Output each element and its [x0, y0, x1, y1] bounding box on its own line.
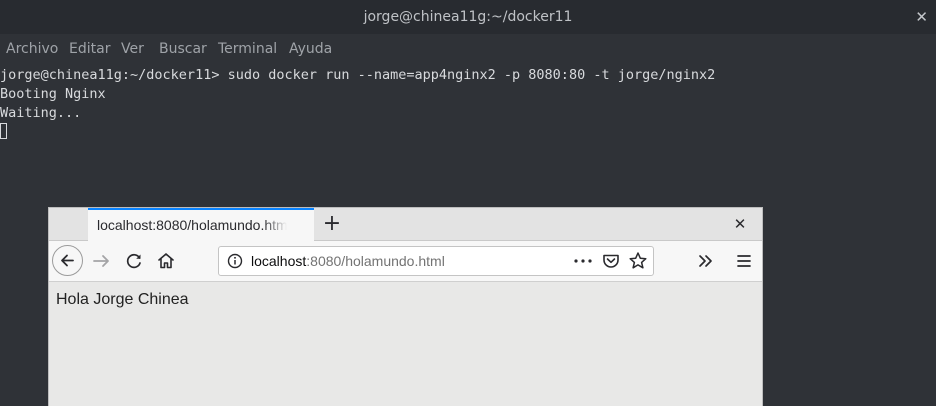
info-icon[interactable] — [227, 253, 243, 269]
new-tab-button[interactable]: + — [319, 211, 345, 237]
browser-close-icon[interactable]: ✕ — [728, 211, 752, 237]
home-icon — [158, 253, 174, 269]
browser-window: localhost:8080/holamundo.html + ✕ localh… — [48, 207, 763, 406]
menu-button[interactable] — [729, 246, 759, 276]
terminal-titlebar: jorge@chinea11g:~/docker11 ✕ — [0, 0, 936, 34]
reload-icon — [126, 253, 141, 269]
menu-ver[interactable]: Ver — [121, 34, 144, 64]
menu-ayuda[interactable]: Ayuda — [289, 34, 332, 64]
menu-archivo[interactable]: Archivo — [6, 34, 58, 64]
overflow-button[interactable] — [691, 246, 721, 276]
terminal-menubar: Archivo Editar Ver Buscar Terminal Ayuda — [0, 34, 936, 64]
hamburger-menu-icon — [737, 255, 751, 267]
browser-navbar: localhost:8080/holamundo.html — [49, 241, 762, 282]
menu-buscar[interactable]: Buscar — [159, 34, 207, 64]
tab-title: localhost:8080/holamundo.html — [97, 210, 287, 241]
reload-button[interactable] — [119, 246, 149, 276]
browser-tabbar: localhost:8080/holamundo.html + ✕ — [49, 208, 762, 241]
terminal-output-line: Waiting... — [0, 105, 82, 121]
terminal-output-line: Booting Nginx — [0, 86, 106, 102]
bookmark-star-icon[interactable] — [628, 247, 648, 275]
more-actions-icon[interactable] — [572, 247, 594, 275]
terminal-cursor — [0, 123, 7, 139]
url-bar[interactable]: localhost:8080/holamundo.html — [218, 246, 654, 276]
url-host: localhost — [251, 253, 307, 269]
terminal-command-line: jorge@chinea11g:~/docker11> sudo docker … — [0, 67, 716, 83]
back-icon — [61, 254, 74, 267]
forward-button[interactable] — [87, 246, 117, 276]
page-body-text: Hola Jorge Chinea — [56, 291, 189, 308]
browser-tab-active[interactable]: localhost:8080/holamundo.html — [88, 208, 314, 241]
menu-editar[interactable]: Editar — [69, 34, 110, 64]
url-text: localhost:8080/holamundo.html — [251, 247, 445, 275]
terminal-close-icon[interactable]: ✕ — [915, 0, 928, 34]
url-path: :8080/holamundo.html — [306, 253, 445, 269]
pocket-icon[interactable] — [601, 247, 621, 275]
back-button[interactable] — [52, 245, 83, 276]
home-button[interactable] — [151, 246, 181, 276]
overflow-chevrons-icon — [699, 255, 712, 267]
menu-terminal[interactable]: Terminal — [218, 34, 277, 64]
forward-icon — [93, 255, 109, 267]
browser-content: Hola Jorge Chinea — [49, 282, 762, 406]
terminal-window-title: jorge@chinea11g:~/docker11 — [363, 9, 573, 25]
